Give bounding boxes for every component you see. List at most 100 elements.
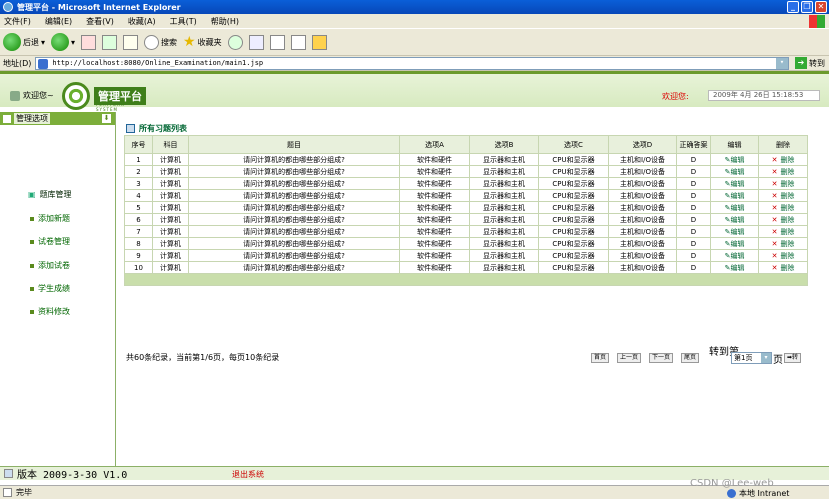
- forward-button[interactable]: ▾: [51, 33, 75, 51]
- edit-label: 编辑: [730, 179, 745, 188]
- address-label: 地址(D): [3, 58, 32, 68]
- restore-icon[interactable]: ❐: [801, 1, 813, 13]
- delete-link[interactable]: ✕ 删除: [758, 177, 808, 190]
- page-select[interactable]: 第1页 ▾: [731, 352, 772, 364]
- minimize-icon[interactable]: _: [787, 1, 799, 13]
- print-icon[interactable]: [269, 34, 285, 50]
- edit-link[interactable]: ✎编辑: [710, 165, 759, 178]
- delete-link[interactable]: ✕ 删除: [758, 225, 808, 238]
- delete-x-icon: ✕: [771, 239, 778, 248]
- col-header: 删除: [758, 135, 808, 154]
- edit-label: 编辑: [730, 263, 745, 272]
- table-cell: 主机和I/O设备: [608, 261, 677, 274]
- search-button[interactable]: 搜索: [144, 34, 177, 50]
- delete-link[interactable]: ✕ 删除: [758, 153, 808, 166]
- sidebar-item-question-bank[interactable]: ▣ 题库管理: [28, 189, 72, 200]
- favorites-button[interactable]: ★ 收藏夹: [183, 34, 222, 50]
- home-icon[interactable]: [123, 34, 139, 50]
- edit-link[interactable]: ✎编辑: [710, 261, 759, 274]
- bullet-icon: [30, 239, 34, 244]
- menu-tools[interactable]: 工具(T): [170, 16, 197, 27]
- address-input[interactable]: http://localhost:8080/Online_Examination…: [35, 56, 789, 70]
- menu-file[interactable]: 文件(F): [4, 16, 31, 27]
- history-icon[interactable]: [227, 34, 243, 50]
- logout-link[interactable]: 退出系统: [232, 469, 264, 480]
- edit-link[interactable]: ✎编辑: [710, 225, 759, 238]
- delete-link[interactable]: ✕ 删除: [758, 165, 808, 178]
- sidebar-item-label: 试卷管理: [38, 237, 70, 246]
- last-page-button[interactable]: 尾页: [681, 353, 700, 363]
- delete-x-icon: ✕: [771, 167, 778, 176]
- goto-button[interactable]: ➡转: [784, 353, 802, 363]
- back-label: 后退: [23, 37, 39, 47]
- edit-link[interactable]: ✎编辑: [710, 189, 759, 202]
- sidebar-item-scores[interactable]: 学生成绩: [30, 283, 70, 294]
- sidebar: 管理选项 ⬇ ▣ 题库管理 添加新题 试卷管理 添加试卷 学生成绩 资料修改: [0, 112, 116, 466]
- table-row: 8 计算机 请问计算机的都由哪些部分组成? 软件和硬件 显示器和主机 CPU和显示器 主机和…: [124, 237, 808, 250]
- delete-link[interactable]: ✕ 删除: [758, 213, 808, 226]
- edit-page-icon[interactable]: [290, 34, 306, 50]
- app-logo: 管理平台 PLATFORM SYSTEM: [62, 82, 146, 112]
- chevron-down-icon[interactable]: ▾: [71, 38, 75, 47]
- delete-link[interactable]: ✕ 删除: [758, 249, 808, 262]
- app-header: 欢迎您~ 管理平台 PLATFORM SYSTEM 欢迎您: 2009年 4月 …: [0, 71, 829, 112]
- menu-favorites[interactable]: 收藏(A): [128, 16, 156, 27]
- refresh-icon[interactable]: [102, 34, 118, 50]
- menu-help[interactable]: 帮助(H): [211, 16, 239, 27]
- table-row: 6 计算机 请问计算机的都由哪些部分组成? 软件和硬件 显示器和主机 CPU和显示器 主机和…: [124, 213, 808, 226]
- sidebar-header-icon: [3, 114, 11, 123]
- bullet-icon: [30, 309, 34, 314]
- version-text: 版本 2009-3-30 V1.0: [17, 470, 128, 481]
- messenger-icon[interactable]: [311, 34, 327, 50]
- sidebar-item-profile[interactable]: 资料修改: [30, 306, 70, 317]
- col-header: 选项A: [399, 135, 470, 154]
- menu-view[interactable]: 查看(V): [86, 16, 114, 27]
- col-header: 序号: [124, 135, 153, 154]
- table-cell: CPU和显示器: [538, 201, 609, 214]
- edit-link[interactable]: ✎编辑: [710, 153, 759, 166]
- delete-link[interactable]: ✕ 删除: [758, 201, 808, 214]
- collapse-icon[interactable]: ⬇: [102, 114, 111, 123]
- sidebar-item-add-question[interactable]: 添加新题: [30, 213, 70, 224]
- delete-link[interactable]: ✕ 删除: [758, 261, 808, 274]
- go-button[interactable]: ➔ 转到: [795, 57, 825, 69]
- table-cell: D: [676, 165, 711, 178]
- goto-button-label: 转: [792, 354, 799, 361]
- table-cell: 显示器和主机: [469, 213, 539, 226]
- sidebar-item-add-paper[interactable]: 添加试卷: [30, 260, 70, 271]
- edit-link[interactable]: ✎编辑: [710, 213, 759, 226]
- edit-link[interactable]: ✎编辑: [710, 237, 759, 250]
- chevron-down-icon[interactable]: ▾: [776, 57, 788, 69]
- sidebar-header: 管理选项 ⬇: [0, 112, 115, 125]
- chevron-down-icon[interactable]: ▾: [41, 38, 45, 47]
- col-header: 科目: [152, 135, 189, 154]
- table-cell: 请问计算机的都由哪些部分组成?: [188, 249, 400, 262]
- table-cell: 显示器和主机: [469, 201, 539, 214]
- first-page-button[interactable]: 首页: [591, 353, 610, 363]
- prev-page-button[interactable]: 上一页: [617, 353, 642, 363]
- stop-icon[interactable]: [81, 34, 97, 50]
- main-panel: 所有习题列表 序号 科目 题目 选项A 选项B 选项C 选项D 正确答案 编辑 …: [120, 121, 824, 366]
- panel-title: 所有习题列表: [120, 121, 824, 135]
- close-icon[interactable]: ✕: [815, 1, 827, 13]
- back-button[interactable]: 后退 ▾: [3, 33, 45, 51]
- table-cell: 显示器和主机: [469, 165, 539, 178]
- delete-link[interactable]: ✕ 删除: [758, 189, 808, 202]
- delete-link[interactable]: ✕ 删除: [758, 237, 808, 250]
- edit-link[interactable]: ✎编辑: [710, 177, 759, 190]
- edit-label: 编辑: [730, 239, 745, 248]
- delete-x-icon: ✕: [771, 215, 778, 224]
- sidebar-item-paper-manage[interactable]: 试卷管理: [30, 236, 70, 247]
- delete-label: 删除: [780, 203, 795, 212]
- edit-link[interactable]: ✎编辑: [710, 249, 759, 262]
- edit-label: 编辑: [730, 191, 745, 200]
- next-page-button[interactable]: 下一页: [649, 353, 674, 363]
- table-cell: D: [676, 249, 711, 262]
- edit-link[interactable]: ✎编辑: [710, 201, 759, 214]
- table-cell: 请问计算机的都由哪些部分组成?: [188, 225, 400, 238]
- table-cell: 10: [124, 261, 153, 274]
- chevron-down-icon[interactable]: ▾: [761, 353, 771, 363]
- table-row: 4 计算机 请问计算机的都由哪些部分组成? 软件和硬件 显示器和主机 CPU和显示器 主机和…: [124, 189, 808, 202]
- mail-icon[interactable]: [248, 34, 264, 50]
- menu-edit[interactable]: 编辑(E): [45, 16, 72, 27]
